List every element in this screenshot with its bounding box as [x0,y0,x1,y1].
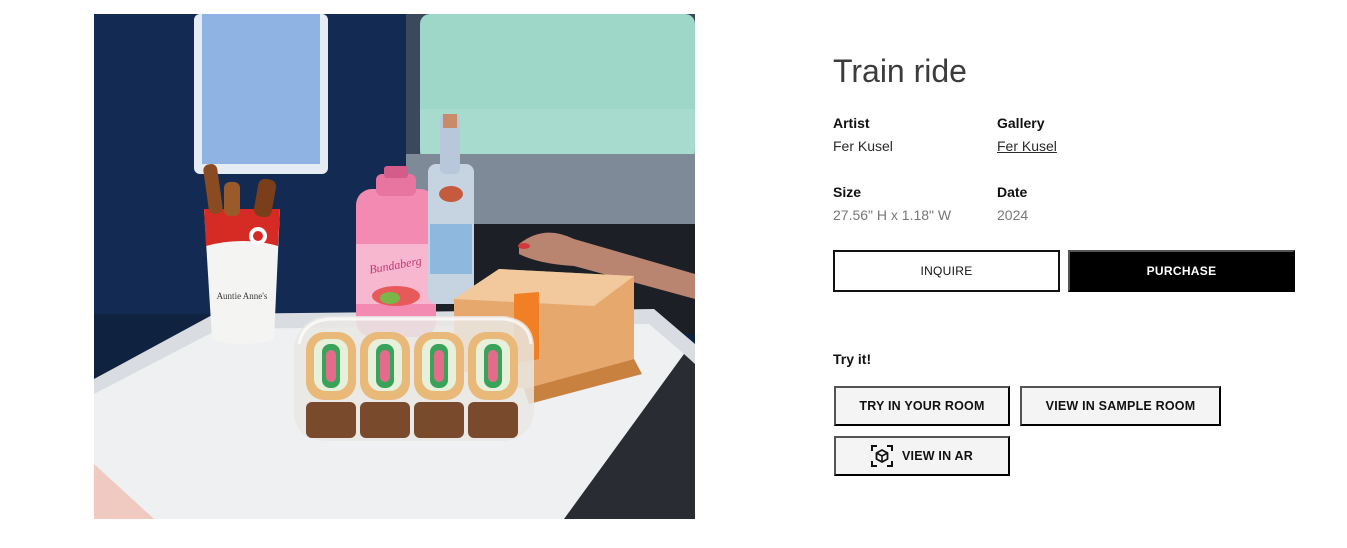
view-in-sample-room-label: VIEW IN SAMPLE ROOM [1045,399,1196,413]
artwork-details-panel: Train ride Artist Fer Kusel Gallery Fer … [833,0,1313,548]
artwork-image[interactable]: Auntie Anne's Bundaberg [94,14,695,519]
date-label: Date [997,184,1028,200]
try-it-heading: Try it! [833,351,872,367]
view-in-ar-button[interactable]: VIEW IN AR [834,436,1010,476]
cup-label: Auntie Anne's [217,291,268,301]
date-value: 2024 [997,207,1029,223]
purchase-button[interactable]: PURCHASE [1068,250,1295,292]
artist-label: Artist [833,115,870,131]
try-in-your-room-button[interactable]: TRY IN YOUR ROOM [834,386,1010,426]
inquire-button[interactable]: INQUIRE [833,250,1060,292]
view-in-sample-room-button[interactable]: VIEW IN SAMPLE ROOM [1020,386,1221,426]
ar-cube-icon [871,445,893,467]
gallery-label: Gallery [997,115,1045,131]
size-label: Size [833,184,862,200]
try-in-your-room-label: TRY IN YOUR ROOM [859,399,985,413]
gallery-link[interactable]: Fer Kusel [997,137,1057,155]
size-value: 27.56" H x 1.18" W [833,207,952,223]
view-in-ar-label: VIEW IN AR [902,449,973,463]
artist-value: Fer Kusel [833,138,893,154]
artwork-title: Train ride [833,53,967,89]
